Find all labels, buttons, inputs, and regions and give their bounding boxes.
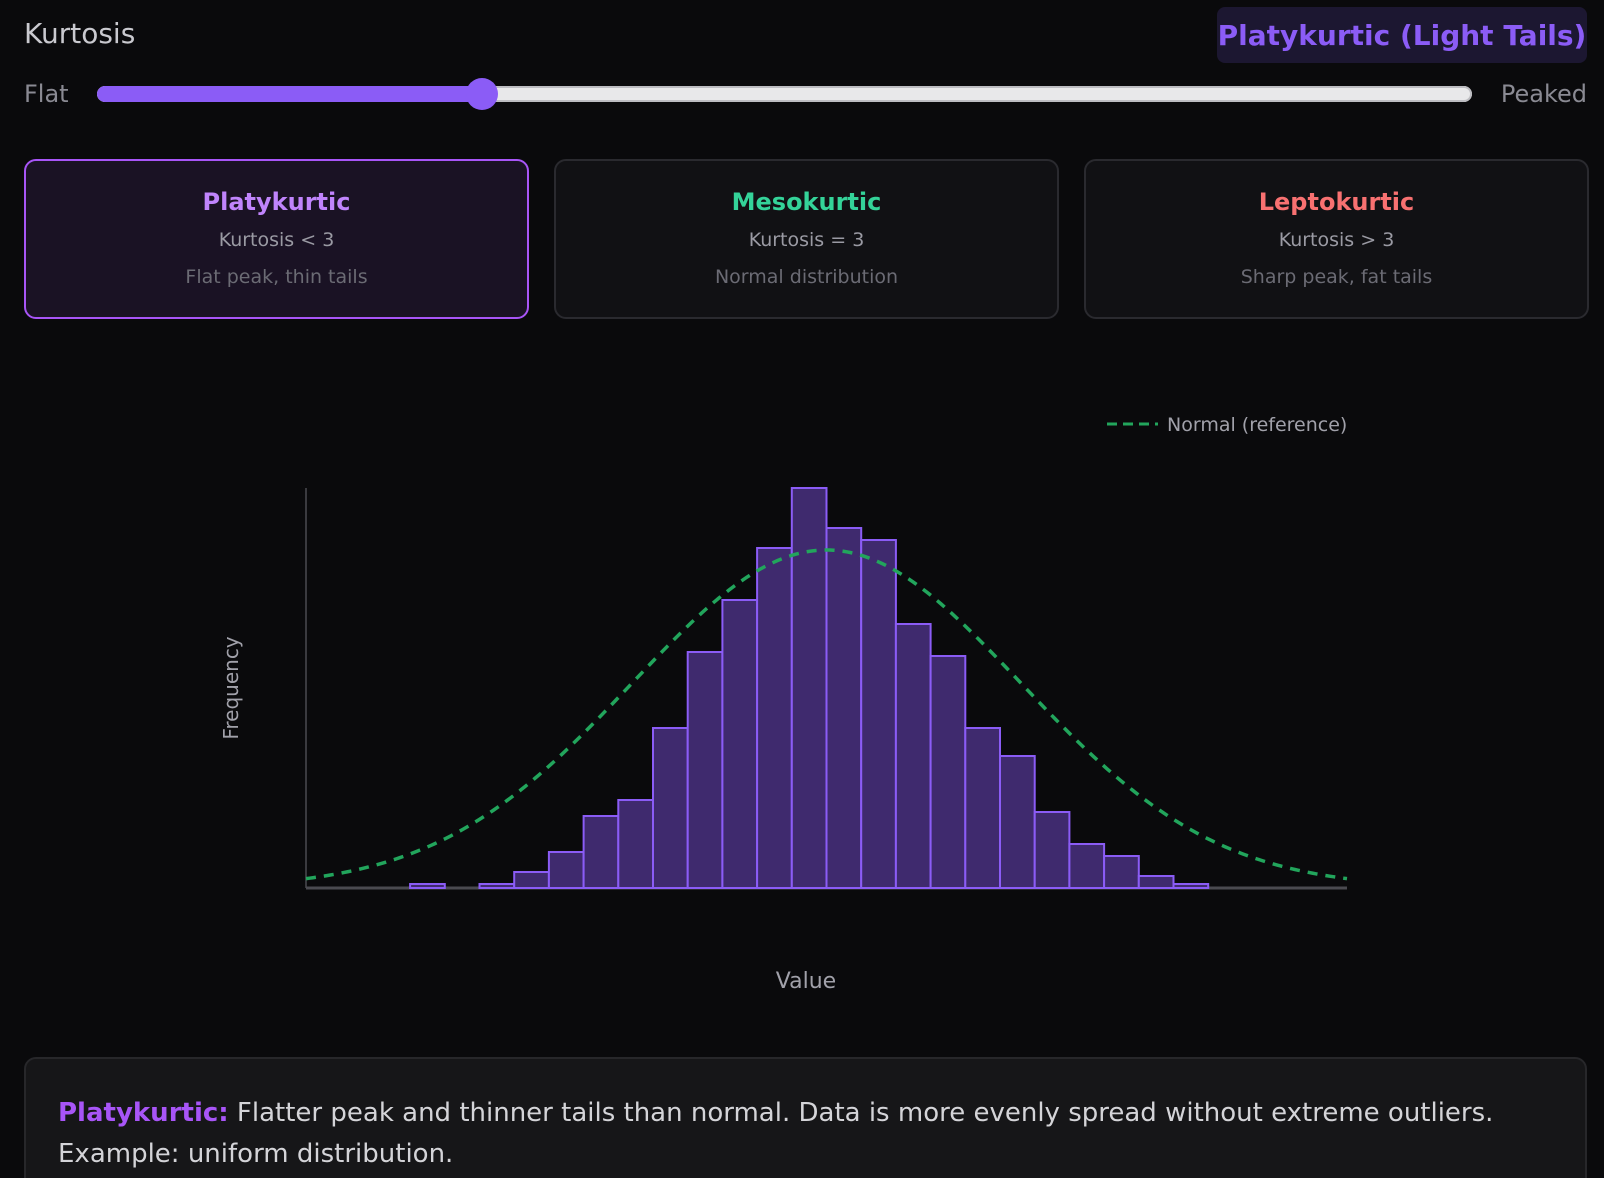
histogram-bar (825, 527, 863, 889)
histogram-bar (547, 851, 585, 889)
card-title: Leptokurtic (1258, 188, 1415, 216)
card-leptokurtic[interactable]: Leptokurtic Kurtosis > 3 Sharp peak, fat… (1084, 159, 1589, 319)
card-title: Platykurtic (202, 188, 351, 216)
kurtosis-app: Kurtosis Platykurtic (Light Tails) Flat … (0, 0, 1604, 1178)
card-description: Flat peak, thin tails (185, 266, 368, 288)
kurtosis-slider[interactable] (97, 78, 1472, 110)
page-title: Kurtosis (24, 17, 136, 50)
histogram-bar (929, 655, 967, 889)
histogram-bar (1033, 811, 1071, 889)
legend: Normal (reference) (1107, 414, 1347, 436)
info-text: Flatter peak and thinner tails than norm… (58, 1098, 1494, 1169)
histogram-bar (582, 815, 620, 889)
histogram-bar (860, 539, 897, 889)
histogram-bar (894, 623, 932, 889)
card-platykurtic[interactable]: Platykurtic Kurtosis < 3 Flat peak, thin… (24, 159, 529, 319)
card-mesokurtic[interactable]: Mesokurtic Kurtosis = 3 Normal distribut… (554, 159, 1059, 319)
histogram-bar (999, 755, 1036, 889)
card-formula: Kurtosis < 3 (218, 229, 335, 251)
distribution-type-badge: Platykurtic (Light Tails) (1217, 7, 1587, 63)
histogram-bar (617, 799, 654, 889)
histogram-bars (409, 487, 1210, 889)
histogram-bar (686, 651, 724, 889)
slider-thumb[interactable] (466, 78, 498, 110)
histogram-bar (1137, 875, 1175, 889)
histogram-bar (1103, 855, 1140, 889)
histogram-bar (756, 547, 793, 889)
histogram-bar (513, 871, 550, 889)
info-term: Platykurtic: (58, 1098, 229, 1128)
card-title: Mesokurtic (731, 188, 882, 216)
info-panel: Platykurtic: Flatter peak and thinner ta… (24, 1057, 1587, 1178)
x-axis-label: Value (776, 969, 836, 994)
histogram-bar (964, 727, 1001, 889)
slider-min-label: Flat (24, 80, 69, 108)
histogram-bar (409, 883, 446, 889)
histogram-bar (1068, 843, 1106, 889)
distribution-type-cards: Platykurtic Kurtosis < 3 Flat peak, thin… (24, 159, 1589, 319)
card-formula: Kurtosis = 3 (748, 229, 865, 251)
histogram-bar (652, 727, 689, 889)
histogram-bar (478, 883, 516, 889)
card-description: Normal distribution (714, 266, 899, 288)
legend-label: Normal (reference) (1167, 414, 1347, 436)
slider-fill (97, 86, 482, 102)
histogram-chart: Normal (reference) Frequency Value (219, 414, 1347, 994)
card-formula: Kurtosis > 3 (1278, 229, 1395, 251)
histogram-bar (1172, 883, 1210, 889)
y-axis-label: Frequency (219, 636, 243, 739)
slider-max-label: Peaked (1500, 80, 1587, 108)
card-description: Sharp peak, fat tails (1240, 266, 1433, 288)
histogram-bar (790, 487, 828, 889)
histogram-bar (721, 599, 759, 889)
